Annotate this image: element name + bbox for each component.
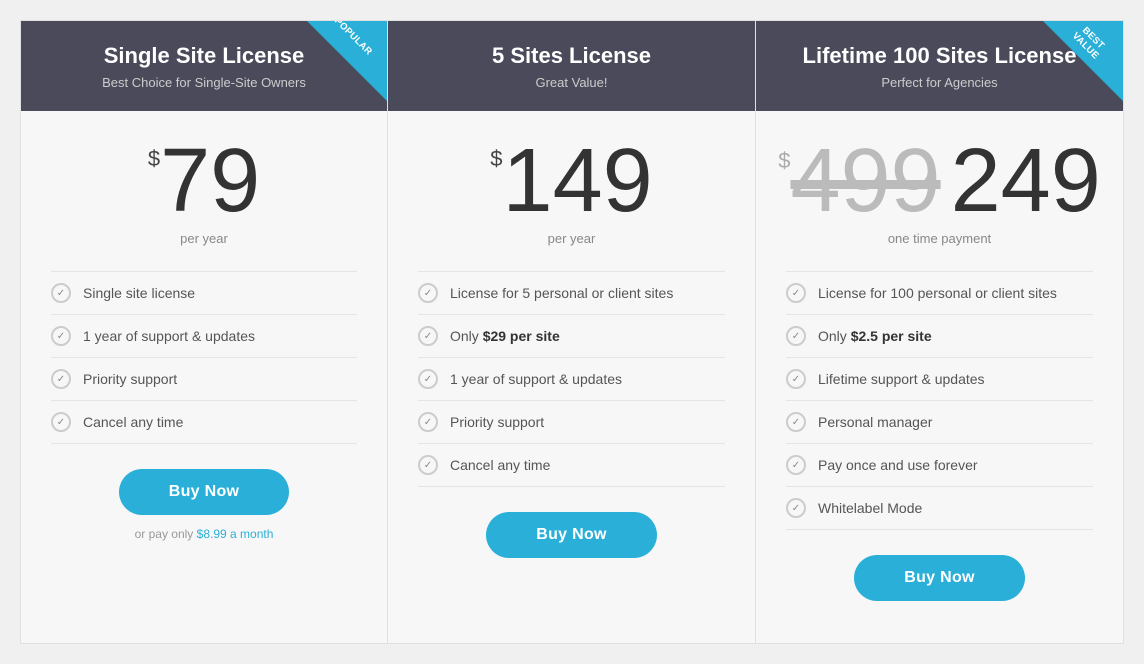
feature-item: Personal manager (786, 401, 1093, 444)
check-icon (418, 369, 438, 389)
feature-text: Priority support (83, 371, 177, 387)
feature-text: Only $29 per site (450, 328, 560, 344)
monthly-note: or pay only $8.99 a month (51, 527, 357, 541)
feature-item: 1 year of support & updates (418, 358, 725, 401)
plan-card-lifetime: BESTVALUE Lifetime 100 Sites License Per… (756, 20, 1124, 644)
plan-card-single: POPULAR Single Site License Best Choice … (20, 20, 388, 644)
feature-item: License for 100 personal or client sites (786, 271, 1093, 315)
old-price: $ 499 (778, 136, 940, 226)
buy-button-single[interactable]: Buy Now (119, 469, 290, 515)
feature-text: Lifetime support & updates (818, 371, 985, 387)
amount-five-sites: 149 (503, 136, 653, 226)
feature-text: Cancel any time (450, 457, 550, 473)
plan-header-lifetime: BESTVALUE Lifetime 100 Sites License Per… (756, 21, 1123, 111)
features-list: License for 100 personal or client sites… (786, 271, 1093, 530)
feature-item: 1 year of support & updates (51, 315, 357, 358)
plan-body-lifetime: $ 499 249 one time payment License for 1… (756, 111, 1123, 643)
buy-button-five-sites[interactable]: Buy Now (486, 512, 657, 558)
feature-item: Only $29 per site (418, 315, 725, 358)
feature-text: Priority support (450, 414, 544, 430)
feature-item: Lifetime support & updates (786, 358, 1093, 401)
feature-text: License for 5 personal or client sites (450, 285, 673, 301)
feature-text: Whitelabel Mode (818, 500, 922, 516)
feature-item: Cancel any time (51, 401, 357, 444)
per-period-five-sites: per year (418, 231, 725, 246)
old-currency: $ (778, 148, 790, 174)
buy-button-lifetime[interactable]: Buy Now (854, 555, 1025, 601)
feature-text: Pay once and use forever (818, 457, 978, 473)
feature-item: Whitelabel Mode (786, 487, 1093, 530)
old-amount: 499 (790, 136, 940, 226)
plan-card-five-sites: 5 Sites License Great Value! $ 149 per y… (388, 20, 756, 644)
check-icon (51, 412, 71, 432)
plan-body-single: $ 79 per year Single site license 1 year… (21, 111, 387, 571)
check-icon (418, 412, 438, 432)
badge-single: POPULAR (307, 21, 387, 101)
check-icon (786, 369, 806, 389)
currency-five-sites: $ (490, 148, 502, 170)
check-icon (786, 412, 806, 432)
feature-item: Priority support (418, 401, 725, 444)
feature-item: Priority support (51, 358, 357, 401)
badge-lifetime: BESTVALUE (1043, 21, 1123, 101)
feature-text: Only $2.5 per site (818, 328, 932, 344)
currency-single: $ (148, 148, 160, 170)
amount-single: 79 (160, 136, 260, 226)
price-block-five-sites: $ 149 per year (418, 136, 725, 246)
check-icon (51, 369, 71, 389)
feature-item: License for 5 personal or client sites (418, 271, 725, 315)
feature-item: Only $2.5 per site (786, 315, 1093, 358)
check-icon (418, 283, 438, 303)
price-block-lifetime: $ 499 249 one time payment (786, 136, 1093, 246)
check-icon (51, 283, 71, 303)
check-icon (786, 498, 806, 518)
feature-text: 1 year of support & updates (83, 328, 255, 344)
check-icon (51, 326, 71, 346)
feature-text: Personal manager (818, 414, 932, 430)
feature-item: Cancel any time (418, 444, 725, 487)
price-block-single: $ 79 per year (51, 136, 357, 246)
feature-text: License for 100 personal or client sites (818, 285, 1057, 301)
plan-header-five-sites: 5 Sites License Great Value! (388, 21, 755, 111)
pricing-container: POPULAR Single Site License Best Choice … (20, 20, 1124, 644)
per-period-single: per year (51, 231, 357, 246)
check-icon (418, 326, 438, 346)
check-icon (786, 326, 806, 346)
check-icon (418, 455, 438, 475)
check-icon (786, 455, 806, 475)
feature-text: Single site license (83, 285, 195, 301)
features-list: License for 5 personal or client sites O… (418, 271, 725, 487)
check-icon (786, 283, 806, 303)
new-amount: 249 (951, 136, 1101, 226)
plan-header-single: POPULAR Single Site License Best Choice … (21, 21, 387, 111)
per-period: one time payment (786, 231, 1093, 246)
features-list: Single site license 1 year of support & … (51, 271, 357, 444)
feature-item: Pay once and use forever (786, 444, 1093, 487)
plan-subtitle-five-sites: Great Value! (408, 75, 735, 90)
feature-text: Cancel any time (83, 414, 183, 430)
feature-item: Single site license (51, 271, 357, 315)
plan-title-five-sites: 5 Sites License (408, 43, 735, 69)
plan-body-five-sites: $ 149 per year License for 5 personal or… (388, 111, 755, 600)
feature-text: 1 year of support & updates (450, 371, 622, 387)
